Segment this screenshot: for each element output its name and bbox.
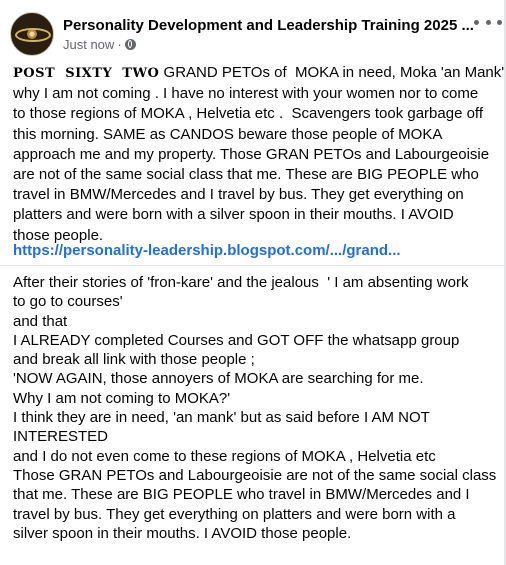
globe-icon[interactable]: [124, 39, 136, 50]
preview-line: silver spoon in their mouths. I AVOID th…: [13, 524, 352, 542]
post-line: travel in BMW/Mercedes and I travel by b…: [13, 186, 464, 204]
dot-icon: [485, 19, 491, 25]
post-text-main: POST SIXTY TWO GRAND PETOs of MOKA in ne…: [13, 63, 504, 246]
preview-line: I think they are in need, 'an mank' but …: [13, 409, 430, 427]
more-options-icon[interactable]: [474, 12, 502, 32]
post-line: why I am not coming . I have no interest…: [13, 85, 479, 103]
dot-icon: [474, 19, 479, 25]
preview-line: Those GRAN PETOs and Labourgeoisie are n…: [13, 466, 497, 484]
post-line: this morning. SAME as CANDOS beware thos…: [13, 125, 443, 143]
post-line: are not of the same social class that me…: [13, 166, 479, 184]
post-first-line-text: GRAND PETOs of MOKA in need, Moka 'an Ma…: [159, 64, 506, 81]
preview-line: and that: [13, 312, 68, 330]
dot-icon: [497, 19, 502, 25]
post-card: Personality Development and Leadership T…: [0, 0, 506, 565]
post-line: approach me and my property. Those GRAN …: [13, 145, 490, 163]
preview-line: INTERESTED: [13, 428, 109, 446]
page-avatar[interactable]: [10, 12, 54, 56]
preview-line: 'NOW AGAIN, those annoyers of MOKA are s…: [13, 370, 424, 388]
preview-line: Why I am not coming to MOKA?': [13, 389, 231, 407]
preview-line: travel by bus. They get everything on pl…: [13, 505, 456, 523]
preview-line: that me. These are BIG PEOPLE who travel…: [13, 486, 470, 504]
page-name[interactable]: Personality Development and Leadership T…: [63, 16, 474, 35]
preview-line: to go to courses': [13, 293, 123, 311]
post-line: to those regions of MOKA , Helvetia etc …: [13, 105, 483, 123]
post-timestamp[interactable]: Just now: [63, 37, 114, 52]
post-line: platters and were born with a silver spo…: [13, 206, 454, 224]
blog-link[interactable]: https://personality-leadership.blogspot.…: [13, 242, 401, 259]
post-meta: Personality Development and Leadership T…: [63, 16, 474, 52]
avatar-ring: [15, 28, 51, 42]
link-preview-text[interactable]: After their stories of 'fron-kare' and t…: [13, 273, 499, 543]
post-first-line: POST SIXTY TWO GRAND PETOs of MOKA in ne…: [13, 63, 504, 84]
preview-line: After their stories of 'fron-kare' and t…: [13, 274, 469, 291]
preview-line: I ALREADY completed Courses and GOT OFF …: [13, 331, 460, 349]
separator-dot: ·: [117, 37, 122, 52]
post-lead: POST SIXTY TWO: [13, 66, 160, 81]
post-header: Personality Development and Leadership T…: [10, 10, 496, 58]
preview-line: and break all link with those people ;: [13, 351, 255, 369]
link-preview-divider: [0, 265, 506, 266]
preview-line: and I do not even come to these regions …: [13, 447, 436, 465]
post-subline: Just now ·: [63, 37, 474, 52]
